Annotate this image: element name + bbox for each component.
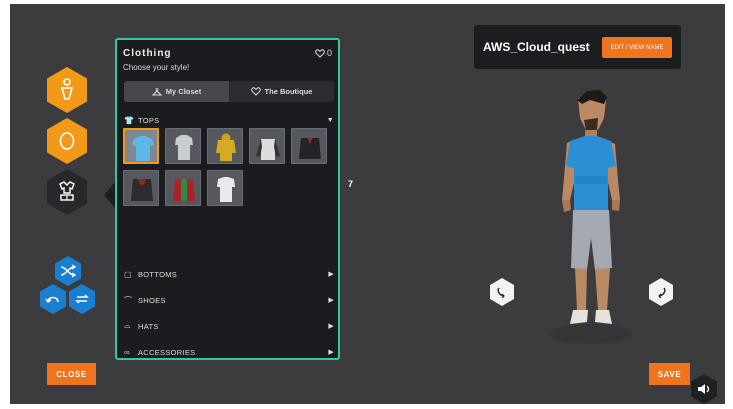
top-item-yellow-hoodie[interactable]: [207, 128, 243, 164]
top-item-black-blazer[interactable]: [291, 128, 327, 164]
rotate-right-button[interactable]: [649, 278, 673, 306]
chevron-right-icon: ▶: [328, 271, 334, 278]
close-button[interactable]: CLOSE: [47, 363, 96, 385]
avatar-customization-scene: Clothing Choose your style! 0 My Closet: [10, 4, 725, 404]
category-tops[interactable]: 👕 TOPS ▼: [124, 113, 334, 127]
shirt-thumbnail-icon: [175, 135, 193, 160]
shirt-thumbnail-icon: [217, 177, 235, 202]
avatar-character: [549, 90, 633, 344]
panel-title: Clothing: [123, 48, 172, 59]
top-item-grey-shirt[interactable]: [165, 128, 201, 164]
clothing-category-button[interactable]: [47, 169, 87, 215]
chevron-right-icon: ▶: [328, 323, 334, 330]
raglan-thumbnail-icon: [256, 139, 280, 160]
rotate-right-icon: [658, 287, 666, 298]
top-item-red-green-jacket[interactable]: [165, 170, 201, 206]
closet-tabs: My Closet The Boutique: [124, 81, 334, 102]
category-hats[interactable]: ⌓ HATS ▶: [124, 319, 334, 333]
head-icon: [59, 132, 75, 150]
category-tops-label: TOPS: [138, 115, 160, 125]
heart-icon: [250, 87, 261, 96]
screen: Clothing Choose your style! 0 My Closet: [0, 0, 733, 409]
top-item-dark-jacket[interactable]: [123, 170, 159, 206]
head-category-button[interactable]: [47, 118, 87, 164]
category-accessories-label: ACCESSORIES: [138, 347, 196, 357]
tshirt-thumbnail-icon: [132, 136, 154, 161]
category-bottoms[interactable]: ▢ BOTTOMS ▶: [124, 267, 334, 281]
clothing-panel: Clothing Choose your style! 0 My Closet: [115, 38, 340, 360]
avatar-name: AWS_Cloud_quest: [483, 40, 590, 54]
shirt-icon: 👕: [124, 115, 135, 125]
category-shoes-label: SHOES: [138, 295, 166, 305]
hoodie-thumbnail-icon: [216, 133, 236, 161]
category-bottoms-label: BOTTOMS: [138, 269, 178, 279]
avatar-name-box: AWS_Cloud_quest EDIT / VIEW NAME: [474, 25, 681, 69]
top-item-raglan-shirt[interactable]: [249, 128, 285, 164]
heart-icon: [315, 48, 325, 58]
edit-view-name-button[interactable]: EDIT / VIEW NAME: [602, 37, 672, 58]
category-hats-label: HATS: [138, 321, 159, 331]
favorites-counter[interactable]: 0: [315, 48, 332, 58]
hanger-icon: [151, 87, 162, 95]
rotate-left-icon: [497, 287, 505, 298]
body-icon: [60, 78, 74, 100]
hat-icon: ⌓: [124, 321, 131, 330]
undo-icon: [45, 296, 59, 303]
jacket-thumbnail-icon: [173, 179, 195, 201]
favorites-count: 0: [326, 48, 332, 58]
caret-down-icon: ▼: [326, 116, 334, 124]
item-counter: 7: [348, 179, 358, 190]
speaker-icon: [698, 384, 710, 394]
panel-subtitle: Choose your style!: [123, 63, 190, 72]
top-item-blue-tee[interactable]: [123, 128, 159, 164]
top-item-white-shirt[interactable]: [207, 170, 243, 206]
body-category-button[interactable]: [47, 67, 87, 113]
tab-my-closet-label: My Closet: [165, 87, 202, 96]
save-button[interactable]: SAVE: [649, 363, 690, 385]
blazer-thumbnail-icon: [299, 138, 321, 159]
tab-the-boutique[interactable]: The Boutique: [229, 81, 334, 102]
shoe-icon: ⌒: [124, 295, 133, 305]
sound-toggle-button[interactable]: [691, 374, 717, 404]
swap-icon: [75, 294, 89, 304]
chevron-right-icon: ▶: [328, 349, 334, 356]
pants-icon: ▢: [124, 269, 132, 279]
jacket-thumbnail-icon: [131, 179, 153, 201]
glasses-icon: ∞: [124, 347, 131, 357]
tab-the-boutique-label: The Boutique: [264, 87, 313, 96]
undo-button[interactable]: [40, 284, 66, 314]
category-shoes[interactable]: ⌒ SHOES ▶: [124, 293, 334, 307]
tab-my-closet[interactable]: My Closet: [124, 81, 229, 102]
shuffle-button[interactable]: [55, 256, 81, 286]
rotate-left-button[interactable]: [490, 278, 514, 306]
category-accessories[interactable]: ∞ ACCESSORIES ▶: [124, 345, 334, 359]
shuffle-icon: [60, 264, 76, 278]
swap-button[interactable]: [69, 284, 95, 314]
chevron-right-icon: ▶: [328, 297, 334, 304]
clothing-icon: [59, 181, 75, 201]
